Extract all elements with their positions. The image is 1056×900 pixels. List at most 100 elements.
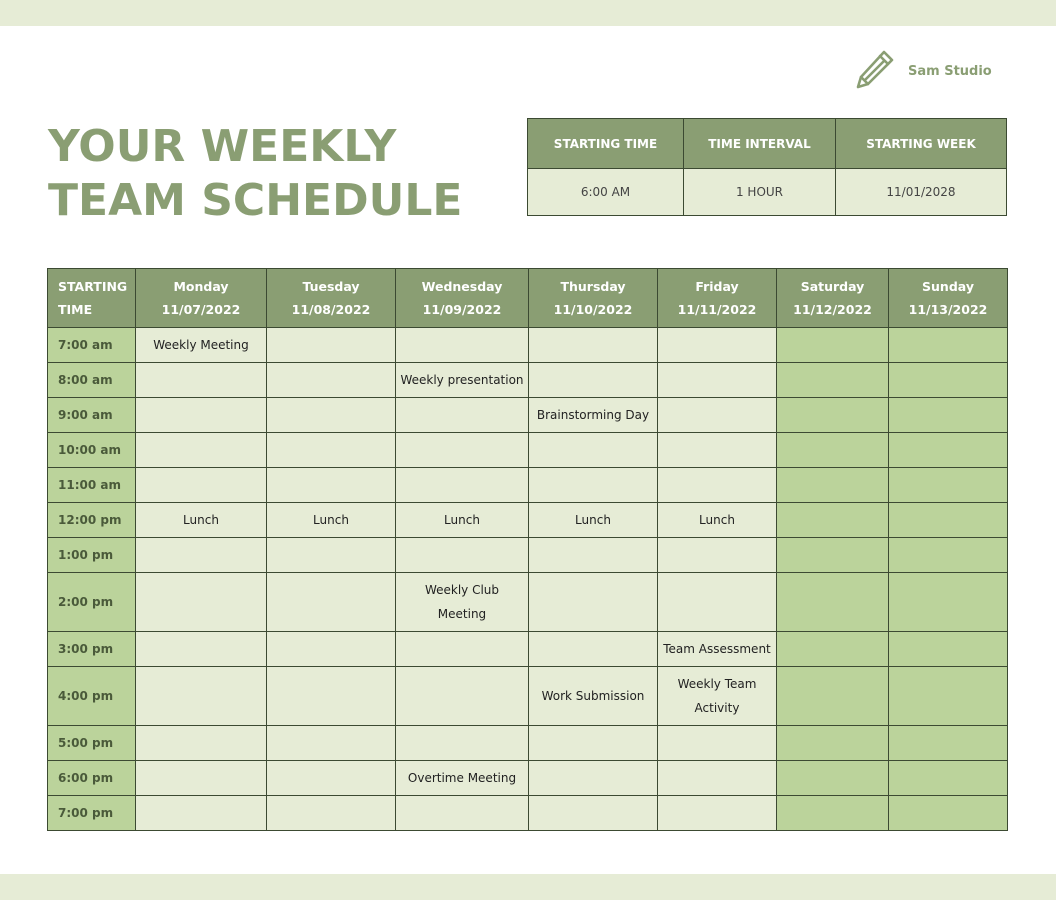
schedule-cell[interactable] — [888, 666, 1008, 726]
schedule-cell[interactable] — [266, 432, 396, 468]
schedule-cell[interactable] — [776, 666, 889, 726]
schedule-cell[interactable] — [135, 666, 267, 726]
schedule-cell[interactable] — [528, 467, 658, 503]
schedule-cell[interactable] — [135, 467, 267, 503]
event-text: Weekly Meeting — [153, 338, 249, 352]
schedule-cell[interactable] — [657, 467, 777, 503]
schedule-cell[interactable] — [528, 760, 658, 796]
schedule-cell[interactable] — [888, 327, 1008, 363]
schedule-cell[interactable] — [657, 537, 777, 573]
schedule-cell[interactable] — [657, 432, 777, 468]
schedule-cell[interactable] — [528, 725, 658, 761]
schedule-cell[interactable] — [528, 362, 658, 398]
schedule-cell[interactable] — [395, 537, 529, 573]
schedule-cell[interactable] — [888, 795, 1008, 831]
schedule-cell[interactable] — [888, 725, 1008, 761]
schedule-event[interactable]: Brainstorming Day — [528, 397, 658, 433]
schedule-cell[interactable] — [395, 666, 529, 726]
schedule-cell[interactable] — [528, 795, 658, 831]
schedule-cell[interactable] — [266, 666, 396, 726]
schedule-cell[interactable] — [528, 432, 658, 468]
schedule-event[interactable]: Lunch — [135, 502, 267, 538]
schedule-cell[interactable] — [657, 795, 777, 831]
schedule-cell[interactable] — [888, 572, 1008, 632]
schedule-cell[interactable] — [657, 760, 777, 796]
schedule-cell[interactable] — [395, 795, 529, 831]
schedule-cell[interactable] — [266, 572, 396, 632]
schedule-cell[interactable] — [135, 795, 267, 831]
schedule-cell[interactable] — [528, 327, 658, 363]
day-name: Sunday — [922, 279, 974, 294]
schedule-cell[interactable] — [888, 467, 1008, 503]
schedule-cell[interactable] — [266, 760, 396, 796]
schedule-cell[interactable] — [776, 631, 889, 667]
schedule-cell[interactable] — [888, 397, 1008, 433]
schedule-cell[interactable] — [395, 467, 529, 503]
schedule-cell[interactable] — [266, 537, 396, 573]
schedule-cell[interactable] — [657, 362, 777, 398]
schedule-cell[interactable] — [776, 362, 889, 398]
schedule-cell[interactable] — [776, 502, 889, 538]
schedule-cell[interactable] — [528, 537, 658, 573]
schedule-cell[interactable] — [657, 327, 777, 363]
schedule-cell[interactable] — [135, 362, 267, 398]
schedule-cell[interactable] — [135, 725, 267, 761]
schedule-cell[interactable] — [395, 631, 529, 667]
schedule-cell[interactable] — [135, 397, 267, 433]
schedule-cell[interactable] — [135, 432, 267, 468]
table-row: 1:00 pm — [47, 537, 1008, 573]
schedule-event[interactable]: Weekly Team Activity — [657, 666, 777, 726]
schedule-cell[interactable] — [888, 537, 1008, 573]
schedule-cell[interactable] — [135, 760, 267, 796]
schedule-cell[interactable] — [395, 397, 529, 433]
schedule-event[interactable]: Weekly Meeting — [135, 327, 267, 363]
schedule-cell[interactable] — [776, 432, 889, 468]
schedule-table: STARTING TIME Monday 11/07/2022 Tuesday 11/… — [47, 268, 1008, 831]
schedule-event[interactable]: Overtime Meeting — [395, 760, 529, 796]
event-text: Work Submission — [541, 689, 645, 703]
schedule-event[interactable]: Weekly presentation — [395, 362, 529, 398]
schedule-cell[interactable] — [888, 432, 1008, 468]
schedule-cell[interactable] — [266, 362, 396, 398]
schedule-cell[interactable] — [266, 327, 396, 363]
schedule-event[interactable]: Lunch — [657, 502, 777, 538]
starting-time-value[interactable]: 6:00 AM — [527, 168, 684, 216]
schedule-cell[interactable] — [266, 795, 396, 831]
schedule-cell[interactable] — [888, 502, 1008, 538]
schedule-cell[interactable] — [776, 397, 889, 433]
schedule-cell[interactable] — [888, 760, 1008, 796]
schedule-cell[interactable] — [657, 572, 777, 632]
schedule-event[interactable]: Team Assessment — [657, 631, 777, 667]
schedule-cell[interactable] — [888, 362, 1008, 398]
day-date: 11/07/2022 — [161, 302, 241, 317]
schedule-event[interactable]: Lunch — [395, 502, 529, 538]
schedule-cell[interactable] — [135, 572, 267, 632]
schedule-cell[interactable] — [776, 572, 889, 632]
schedule-event[interactable]: Lunch — [266, 502, 396, 538]
schedule-cell[interactable] — [776, 760, 889, 796]
schedule-event[interactable]: Work Submission — [528, 666, 658, 726]
schedule-cell[interactable] — [266, 467, 396, 503]
schedule-cell[interactable] — [395, 327, 529, 363]
schedule-cell[interactable] — [776, 327, 889, 363]
time-interval-value[interactable]: 1 HOUR — [683, 168, 836, 216]
schedule-cell[interactable] — [776, 795, 889, 831]
schedule-cell[interactable] — [135, 631, 267, 667]
schedule-cell[interactable] — [395, 725, 529, 761]
schedule-event[interactable]: Weekly Club Meeting — [395, 572, 529, 632]
schedule-cell[interactable] — [395, 432, 529, 468]
schedule-cell[interactable] — [266, 725, 396, 761]
schedule-cell[interactable] — [657, 725, 777, 761]
schedule-cell[interactable] — [776, 467, 889, 503]
schedule-cell[interactable] — [135, 537, 267, 573]
schedule-cell[interactable] — [266, 631, 396, 667]
schedule-cell[interactable] — [528, 572, 658, 632]
schedule-cell[interactable] — [266, 397, 396, 433]
schedule-event[interactable]: Lunch — [528, 502, 658, 538]
schedule-cell[interactable] — [776, 725, 889, 761]
schedule-cell[interactable] — [657, 397, 777, 433]
starting-week-value[interactable]: 11/01/2028 — [835, 168, 1007, 216]
schedule-cell[interactable] — [776, 537, 889, 573]
schedule-cell[interactable] — [888, 631, 1008, 667]
schedule-cell[interactable] — [528, 631, 658, 667]
